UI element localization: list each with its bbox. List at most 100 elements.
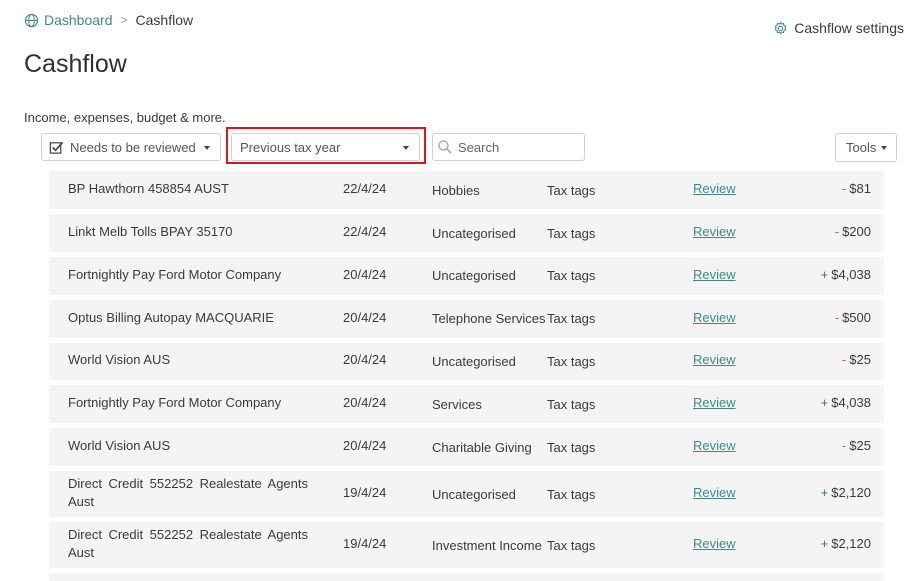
- transaction-date: 20/4/24: [343, 352, 387, 367]
- review-link[interactable]: Review: [693, 224, 736, 239]
- tax-tags[interactable]: Tax tags: [547, 354, 595, 369]
- amount-value: $4,038: [831, 267, 871, 282]
- table-row[interactable]: World Vision AUS 20/4/24 Uncategorised T…: [49, 343, 884, 380]
- transaction-date: 19/4/24: [343, 536, 387, 551]
- chevron-down-icon: [881, 146, 887, 150]
- transaction-date: 20/4/24: [343, 267, 387, 282]
- transaction-amount: + $2,120: [821, 485, 871, 500]
- transaction-amount: - $25: [842, 438, 871, 453]
- amount-sign: -: [841, 181, 847, 196]
- transaction-amount: - $25: [842, 352, 871, 367]
- transaction-category[interactable]: Hobbies: [432, 183, 545, 198]
- transaction-description: Linkt Melb Tolls BPAY 35170: [68, 224, 233, 239]
- chevron-down-icon: [204, 146, 210, 150]
- transaction-description: Optus Billing Autopay MACQUARIE: [68, 310, 274, 325]
- amount-value: $2,120: [831, 485, 871, 500]
- transaction-category[interactable]: Services: [432, 397, 545, 412]
- page-title: Cashflow: [24, 50, 127, 78]
- transaction-description: World Vision AUS: [68, 352, 171, 367]
- cashflow-page: Dashboard > Cashflow Cashflow settings C…: [0, 0, 922, 581]
- tools-dropdown[interactable]: Tools: [835, 133, 897, 162]
- checkbox-checked-icon: [49, 141, 64, 154]
- highlight-box: [226, 127, 426, 164]
- table-row[interactable]: Optus Billing Autopay MACQUARIE 20/4/24 …: [49, 300, 884, 338]
- amount-sign: +: [820, 395, 829, 410]
- search-icon: [438, 140, 452, 154]
- transaction-category[interactable]: Charitable Giving: [432, 440, 545, 455]
- review-link[interactable]: Review: [693, 485, 736, 500]
- amount-sign: +: [820, 536, 829, 551]
- review-status-dropdown[interactable]: Needs to be reviewed: [41, 133, 221, 161]
- transaction-category[interactable]: Uncategorised: [432, 354, 545, 369]
- search-field[interactable]: [432, 133, 585, 161]
- amount-value: $200: [842, 224, 871, 239]
- breadcrumb-dashboard-link[interactable]: Dashboard: [44, 12, 113, 28]
- transaction-amount: + $4,038: [821, 267, 871, 282]
- amount-sign: -: [834, 224, 840, 239]
- cashflow-settings-link[interactable]: Cashflow settings: [773, 20, 904, 36]
- review-link[interactable]: Review: [693, 536, 736, 551]
- amount-sign: +: [820, 485, 829, 500]
- breadcrumb-separator: >: [120, 13, 128, 27]
- tax-tags[interactable]: Tax tags: [547, 268, 595, 283]
- transaction-amount: - $81: [842, 181, 871, 196]
- table-row[interactable]: Linkt Melb Tolls BPAY 35170 22/4/24 Unca…: [49, 214, 884, 252]
- table-row[interactable]: Fortnightly Pay Ford Motor Company 20/4/…: [49, 385, 884, 423]
- transaction-date: 22/4/24: [343, 224, 387, 239]
- transaction-amount: + $2,120: [821, 536, 871, 551]
- tax-tags[interactable]: Tax tags: [547, 183, 595, 198]
- amount-sign: -: [841, 438, 847, 453]
- transaction-amount: - $500: [835, 310, 871, 325]
- table-row[interactable]: Direct Credit 552252 Realestate Agents A…: [49, 522, 884, 568]
- amount-value: $2,120: [831, 536, 871, 551]
- transaction-category[interactable]: Telephone Services: [432, 311, 545, 326]
- review-status-value: Needs to be reviewed: [70, 139, 196, 155]
- globe-icon: [24, 13, 39, 27]
- transaction-date: 20/4/24: [343, 438, 387, 453]
- review-link[interactable]: Review: [693, 438, 736, 453]
- transaction-amount: - $200: [835, 224, 871, 239]
- table-row[interactable]: World Vision AUS 20/4/24 Charitable Givi…: [49, 428, 884, 466]
- transaction-description: Direct Credit 552252 Realestate Agents A…: [68, 476, 308, 509]
- amount-sign: -: [841, 352, 847, 367]
- tax-tags[interactable]: Tax tags: [547, 226, 595, 241]
- table-row[interactable]: Direct Credit 552252 Realestate Agents A…: [49, 471, 884, 517]
- review-link[interactable]: Review: [693, 352, 736, 367]
- review-link[interactable]: Review: [693, 267, 736, 282]
- transaction-description: BP Hawthorn 458854 AUST: [68, 181, 229, 196]
- gear-icon: [774, 21, 787, 35]
- transaction-category[interactable]: Uncategorised: [432, 487, 545, 502]
- transaction-description: Direct Credit 552252 Realestate Agents A…: [68, 527, 308, 560]
- transaction-category[interactable]: Uncategorised: [432, 268, 545, 283]
- review-link[interactable]: Review: [693, 310, 736, 325]
- transaction-description: Fortnightly Pay Ford Motor Company: [68, 267, 282, 282]
- transaction-amount: + $4,038: [821, 395, 871, 410]
- table-row[interactable]: BP Hawthorn 458854 AUST 22/4/24 Hobbies …: [49, 171, 884, 209]
- search-input[interactable]: [458, 139, 578, 155]
- review-link[interactable]: Review: [693, 181, 736, 196]
- transaction-description: World Vision AUS: [68, 438, 171, 453]
- tax-tags[interactable]: Tax tags: [547, 397, 595, 412]
- breadcrumb: Dashboard > Cashflow: [24, 12, 193, 28]
- tax-tags[interactable]: Tax tags: [547, 487, 595, 502]
- transaction-description: Fortnightly Pay Ford Motor Company: [68, 395, 282, 410]
- transaction-date: 20/4/24: [343, 395, 387, 410]
- review-link[interactable]: Review: [693, 395, 736, 410]
- amount-sign: -: [834, 310, 840, 325]
- tools-label: Tools: [846, 140, 877, 155]
- amount-value: $25: [849, 352, 871, 367]
- amount-value: $4,038: [831, 395, 871, 410]
- table-row[interactable]: [49, 573, 884, 581]
- table-row[interactable]: Fortnightly Pay Ford Motor Company 20/4/…: [49, 257, 884, 295]
- tax-tags[interactable]: Tax tags: [547, 538, 595, 553]
- transaction-date: 19/4/24: [343, 485, 387, 500]
- tax-tags[interactable]: Tax tags: [547, 311, 595, 326]
- transaction-category[interactable]: Investment Income: [432, 538, 545, 553]
- transaction-date: 22/4/24: [343, 181, 387, 196]
- transaction-category[interactable]: Uncategorised: [432, 226, 545, 241]
- page-subtitle: Income, expenses, budget & more.: [24, 110, 226, 125]
- breadcrumb-current: Cashflow: [135, 12, 194, 28]
- amount-value: $500: [842, 310, 871, 325]
- tax-tags[interactable]: Tax tags: [547, 440, 595, 455]
- cashflow-settings-label: Cashflow settings: [794, 20, 904, 36]
